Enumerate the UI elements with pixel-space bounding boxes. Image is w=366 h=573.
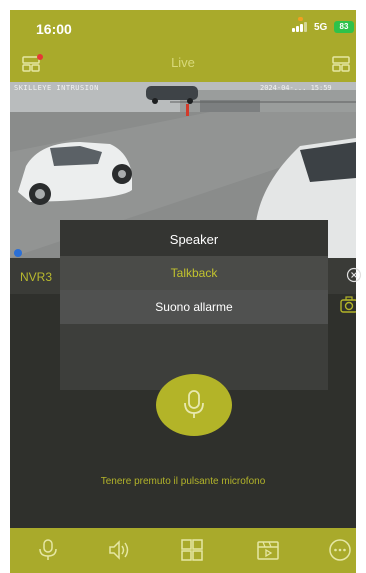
microphone-icon [184,390,204,418]
microphone-button[interactable] [156,374,232,436]
menu-item-talkback[interactable]: Talkback [60,256,328,290]
camera-osd-label: SKILLEYE INTRUSION [14,84,99,92]
recording-indicator-icon [14,249,22,257]
battery-icon: 83 [334,21,354,33]
menu-item-alarm-sound[interactable]: Suono allarme [60,290,328,324]
speaker-menu: Speaker Talkback Suono allarme [60,220,328,390]
status-bar: 16:00 5G 83 [10,10,356,46]
page-title: Live [171,55,195,70]
network-label: 5G [314,22,328,33]
speaker-icon[interactable] [107,538,131,562]
signal-icon [292,22,308,32]
more-icon[interactable] [328,538,352,562]
location-indicator-icon [298,17,303,21]
header-grid-icon[interactable] [330,54,352,74]
hold-microphone-hint: Tenere premuto il pulsante microfono [100,476,266,487]
microphone-icon[interactable] [36,538,60,562]
speaker-menu-title: Speaker [169,232,219,247]
status-time: 16:00 [36,21,72,37]
speaker-menu-header: Speaker [60,220,328,256]
close-circle-icon[interactable] [346,267,362,283]
camera-timestamp: 2024-04-... 15:59 [260,84,332,92]
top-bar: Live [10,46,356,82]
bottom-toolbar [10,528,356,573]
app-screen: 16:00 5G 83 Live SKILLEYE INTRUSION 2024… [10,10,356,573]
channel-name: NVR3 [20,270,53,284]
grid-icon[interactable] [180,538,204,562]
camera-snapshot-icon[interactable] [340,296,356,314]
playback-icon[interactable] [256,538,280,562]
